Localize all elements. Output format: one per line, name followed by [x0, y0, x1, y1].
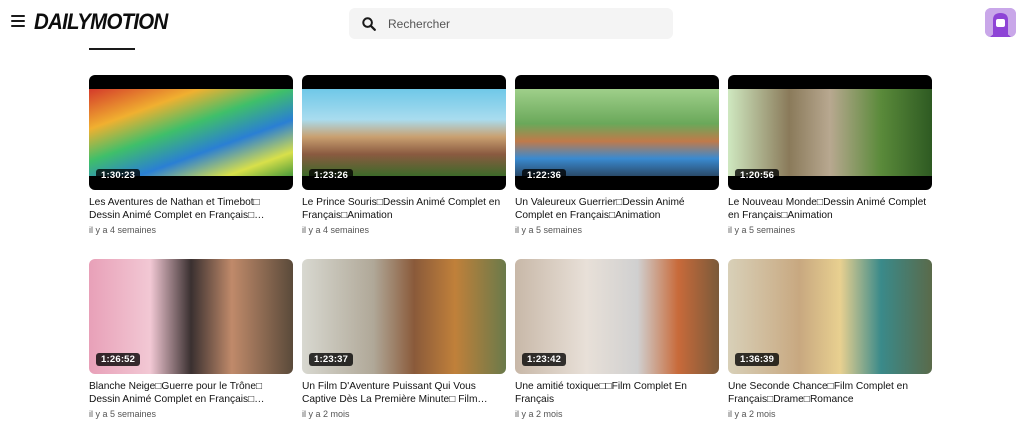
video-title[interactable]: Blanche Neige□Guerre pour le Trône□ Dess… [89, 380, 293, 406]
section-tab-indicator [89, 48, 135, 50]
video-duration: 1:23:37 [309, 353, 354, 366]
video-date: il y a 5 semaines [728, 225, 796, 235]
video-duration: 1:30:23 [96, 169, 141, 182]
video-thumbnail[interactable]: 1:20:56 [728, 75, 932, 190]
video-duration: 1:22:36 [522, 169, 567, 182]
video-card[interactable]: 1:22:36 Un Valeureux Guerrier□Dessin Ani… [515, 75, 719, 235]
video-thumbnail[interactable]: 1:30:23 [89, 75, 293, 190]
video-card[interactable]: 1:23:26 Le Prince Souris□Dessin Animé Co… [302, 75, 506, 235]
search-input[interactable] [386, 15, 660, 32]
video-title[interactable]: Une amitié toxique□□Film Complet En Fran… [515, 380, 719, 406]
video-date: il y a 4 semaines [302, 225, 370, 235]
video-card[interactable]: 1:20:56 Le Nouveau Monde□Dessin Animé Co… [728, 75, 932, 235]
dailymotion-logo[interactable]: DAILYMOTION [34, 9, 168, 35]
video-date: il y a 5 semaines [515, 225, 583, 235]
video-duration: 1:23:26 [309, 169, 354, 182]
video-thumbnail[interactable]: 1:23:26 [302, 75, 506, 190]
video-card[interactable]: 1:30:23 Les Aventures de Nathan et Timeb… [89, 75, 293, 235]
video-duration: 1:26:52 [96, 353, 141, 366]
video-duration: 1:20:56 [735, 169, 780, 182]
video-title[interactable]: Le Nouveau Monde□Dessin Animé Complet en… [728, 196, 932, 222]
user-avatar[interactable] [985, 8, 1016, 37]
video-thumbnail[interactable]: 1:36:39 [728, 259, 932, 374]
video-date: il y a 4 semaines [89, 225, 157, 235]
hamburger-menu-icon[interactable] [11, 15, 25, 29]
video-card[interactable]: 1:23:42 Une amitié toxique□□Film Complet… [515, 259, 719, 419]
video-card[interactable]: 1:26:52 Blanche Neige□Guerre pour le Trô… [89, 259, 293, 419]
video-duration: 1:23:42 [522, 353, 567, 366]
video-thumbnail[interactable]: 1:23:42 [515, 259, 719, 374]
video-duration: 1:36:39 [735, 353, 780, 366]
video-title[interactable]: Un Film D'Aventure Puissant Qui Vous Cap… [302, 380, 506, 406]
video-thumbnail[interactable]: 1:22:36 [515, 75, 719, 190]
search-icon[interactable] [362, 16, 376, 31]
video-date: il y a 2 mois [728, 409, 776, 419]
video-title[interactable]: Une Seconde Chance□Film Complet en Franç… [728, 380, 932, 406]
video-thumbnail[interactable]: 1:23:37 [302, 259, 506, 374]
video-date: il y a 2 mois [515, 409, 563, 419]
video-title[interactable]: Un Valeureux Guerrier□Dessin Animé Compl… [515, 196, 719, 222]
video-title[interactable]: Les Aventures de Nathan et Timebot□ Dess… [89, 196, 293, 222]
video-thumbnail[interactable]: 1:26:52 [89, 259, 293, 374]
video-date: il y a 5 semaines [89, 409, 157, 419]
video-card[interactable]: 1:23:37 Un Film D'Aventure Puissant Qui … [302, 259, 506, 419]
search-bar[interactable] [349, 8, 673, 39]
video-date: il y a 2 mois [302, 409, 350, 419]
video-card[interactable]: 1:36:39 Une Seconde Chance□Film Complet … [728, 259, 932, 419]
video-title[interactable]: Le Prince Souris□Dessin Animé Complet en… [302, 196, 506, 222]
